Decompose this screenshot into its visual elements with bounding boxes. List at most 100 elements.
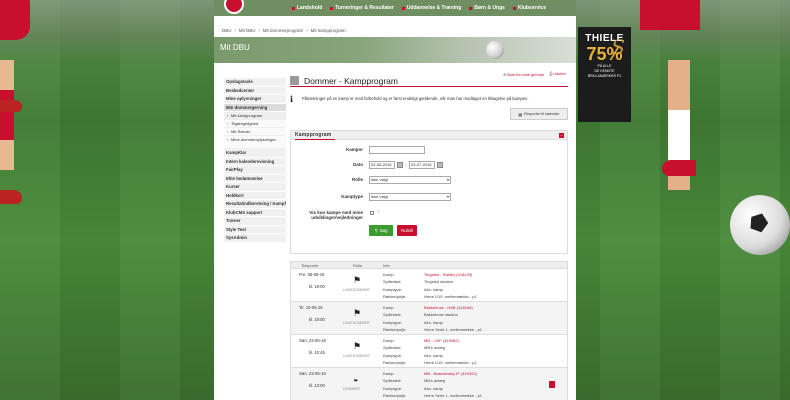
own-matches-checkbox[interactable] [370,211,374,215]
sidebar-item[interactable]: Kurser [224,183,286,192]
advert-banner[interactable]: S THIELE 75% PÅ ALLE DE KENDTE BRILLAMÆR… [578,27,631,122]
sidebar-item[interactable]: Mit Rævler [224,128,286,136]
sidebar-item[interactable]: Træner [224,217,286,226]
breadcrumb-item[interactable]: Mit DBU [239,28,256,33]
row-keys: Kamp: Spillested: Kamptype: Række/pulje: [383,337,406,366]
row-values: Tingsted - Raldby (418139) Tingsted stadi… [424,271,477,300]
whistle-icon: ◒ [353,374,359,384]
sidebar-item[interactable]: Holdkort [224,191,286,200]
match-link[interactable]: MB - Brøndersley IF (419202) [424,370,482,377]
page-container: Landshold Turneringer & Resultater Uddanne… [214,0,576,400]
row-key: Spillested: [383,279,402,285]
sidebar-item[interactable]: Style Test [224,225,286,234]
sidebar-item[interactable]: Tilgængelighed [224,120,286,128]
kamptype-select[interactable]: Ikke valgt [369,193,451,201]
breadcrumb-item[interactable]: Mit kampprogram [311,28,346,33]
content-header: Dommer - Kampprogram ⊕Bare fra mine genv… [290,71,568,87]
sidebar-item[interactable]: Mine dommeroplysninger [224,136,286,149]
sidebar-item[interactable]: Min dommergerning [224,103,286,112]
banner-ball-image [486,41,504,59]
bookmark-link-label: Bare fra mine genveje [507,73,545,77]
report-icon[interactable] [549,381,555,388]
bookmark-icon: ⊕ [502,73,507,77]
row-key: Kamptype: [383,385,403,391]
row-keys: Kamp: Spillested: Kamptype: Række/pulje: [383,304,406,333]
reset-button[interactable]: Nulstil [397,225,417,236]
kamptype-label: Kamptype [341,194,363,199]
print-icon: ⎙ [549,72,553,76]
page-banner: Mit DBU [214,37,576,63]
rolle-select[interactable]: Ikke valgt [369,176,451,184]
match-link[interactable]: Bakkehuse - HAB (418168) [424,304,482,311]
nav-bullet-icon [469,6,473,10]
checkbox-row: Vis kun kampe med mine udviklinger/vejled… [291,209,569,223]
kampnr-label: Kampnr [345,147,363,152]
nav-item-3[interactable]: Børn & Unge [465,0,509,16]
nav-item-2[interactable]: Uddannelse & Træning [398,0,465,16]
nav-item-0[interactable]: Landshold [288,0,326,16]
row-role: LINIEDOMMER [343,321,370,325]
row-time: kl. 10:45 [309,350,325,355]
nav-item-4[interactable]: Klubservice [509,0,550,16]
date-to-input[interactable]: 03-07-2016 [409,161,435,169]
row-key: Kamptype: [383,286,403,292]
filter-panel-title: Kampprogram [295,132,336,140]
sidebar-menu: Opslagstavle Beskedcenter Mine oplysninger… [224,78,286,243]
bookmark-link[interactable]: ⊕Bare fra mine genveje [503,72,544,77]
banner-title: Mit DBU [220,43,250,52]
sidebar-item[interactable]: Mit kampprogram [224,112,286,120]
checkbox-label: Vis kun kampe med mine udviklinger/vejled… [309,210,363,220]
decorative-player-left [0,0,40,210]
sidebar-item[interactable]: Intern kalenderevisning [224,157,286,166]
sidebar-item[interactable]: KlubCMS support [224,208,286,217]
row-value: MB's anlæg [424,378,445,384]
calendar-icon [290,76,299,85]
row-value: Alm. kamp [424,319,443,325]
calendar-icon[interactable] [437,162,443,168]
results-header: Tidspunkt Rolle Info [290,261,568,269]
flag-icon: ⚑ [353,308,362,318]
table-row: Tir. 10-05-16 kl. 19:00 ⚑ LINIEDOMMER Kamp: S… [290,302,568,335]
date-separator: - [405,162,407,167]
sidebar-item[interactable]: Elite bedømmelse [224,174,286,183]
sidebar-item[interactable]: SysAdmin [224,234,286,243]
row-date: Tir. 10-05-16 [299,305,323,310]
kamptype-row: Kamptype Ikke valgt [291,193,569,202]
search-button-label: Søg [379,228,388,233]
match-link[interactable]: MB - LVIF (419082) [424,337,477,344]
date-row: Dato 02-05-2016 - 03-07-2016 [291,161,569,170]
sidebar-item[interactable]: Mine oplysninger [224,95,286,104]
row-value: Tingsted stadion [424,279,454,285]
nav-item-1[interactable]: Turneringer & Resultater [326,0,398,16]
row-keys: Kamp: Spillested: Kamptype: Række/pulje: [383,271,406,300]
nav-bullet-icon [512,6,516,10]
sidebar-item[interactable]: FairPlay [224,166,286,175]
search-button[interactable]: ⚲ Søg [369,225,393,236]
sidebar-item[interactable]: KampKlar [224,149,286,158]
breadcrumb-item[interactable]: Mit dommerprogram [263,28,304,33]
advert-line: BRILLAMÆRKER P1 [587,74,622,78]
print-link[interactable]: ⎙Udskriv [549,72,566,77]
export-calendar-button[interactable]: ▦ Eksporter til kalender [510,108,568,120]
sidebar-item[interactable]: Beskedcenter [224,86,286,95]
sidebar-item[interactable]: Opslagstavle [224,78,286,87]
flag-icon: ⚑ [353,341,362,351]
row-date: Fre. 06-05-16 [299,272,325,277]
table-row: Søn. 22-05-16 kl. 10:45 ⚑ LINIEDOMMER Kamp: S… [290,335,568,368]
kampnr-input[interactable] [369,146,425,154]
sidebar-item[interactable]: Resultatindberetning / Kampfakta [224,200,286,209]
row-date: Søn. 22-05-16 [299,338,326,343]
date-from-input[interactable]: 02-05-2016 [369,161,395,169]
match-link[interactable]: Tingsted - Raldby (418139) [424,271,477,278]
results-table: Tidspunkt Rolle Info Fre. 06-05-16 kl. 19… [290,261,568,400]
calendar-icon[interactable] [397,162,403,168]
calendar-export-icon: ▦ [518,112,522,117]
collapse-icon[interactable]: − [559,133,564,138]
row-role: LINIEDOMMER [343,288,370,292]
breadcrumb-item[interactable]: DBU [222,28,232,33]
dbu-logo[interactable] [224,0,244,14]
breadcrumb-separator: / [234,27,236,33]
row-key: Kamp: [383,338,395,343]
help-icon[interactable]: ? [377,209,379,214]
nav-item-label: Børn & Unge [474,5,505,11]
